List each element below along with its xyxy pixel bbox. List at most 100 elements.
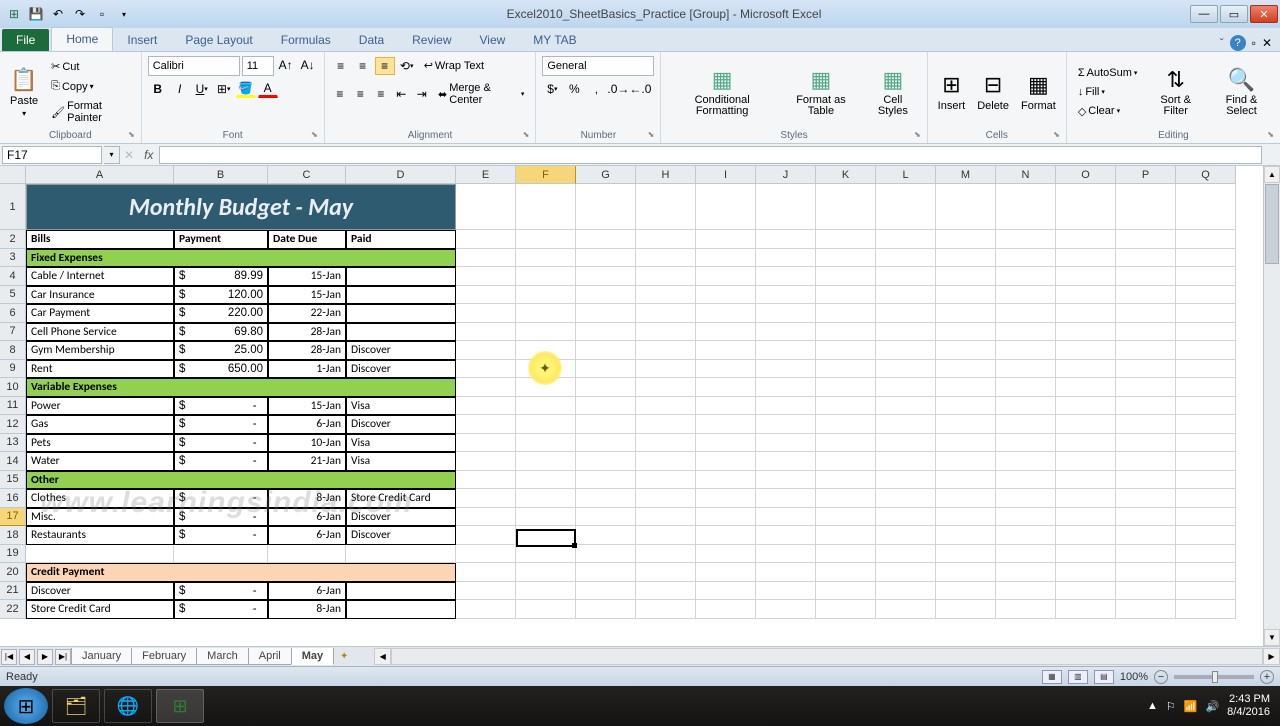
cell[interactable]: [876, 526, 936, 545]
increase-font-button[interactable]: A↑: [276, 56, 296, 74]
cell[interactable]: [456, 267, 516, 286]
insert-cells-button[interactable]: ⊞Insert: [934, 70, 970, 114]
cell[interactable]: $ -: [174, 397, 268, 416]
cell[interactable]: [636, 397, 696, 416]
cell[interactable]: [876, 471, 936, 490]
cell[interactable]: [756, 600, 816, 619]
cell[interactable]: Variable Expenses: [26, 378, 456, 397]
cell[interactable]: [1116, 452, 1176, 471]
row-header[interactable]: 17: [0, 508, 26, 527]
column-header-L[interactable]: L: [876, 166, 936, 184]
cell[interactable]: [816, 267, 876, 286]
cell[interactable]: [456, 545, 516, 564]
column-header-I[interactable]: I: [696, 166, 756, 184]
cell[interactable]: [1116, 304, 1176, 323]
cell[interactable]: [1116, 563, 1176, 582]
cell[interactable]: [1176, 230, 1236, 249]
cell[interactable]: [1116, 230, 1176, 249]
cell[interactable]: [876, 434, 936, 453]
copy-button[interactable]: ⎘Copy▾: [46, 77, 135, 96]
cell[interactable]: [1116, 397, 1176, 416]
cell[interactable]: [876, 360, 936, 379]
cell[interactable]: [516, 184, 576, 230]
cell[interactable]: [936, 545, 996, 564]
cell[interactable]: [816, 184, 876, 230]
cell[interactable]: [1176, 545, 1236, 564]
cell[interactable]: [936, 508, 996, 527]
cell[interactable]: $89.99: [174, 267, 268, 286]
cell[interactable]: 10-Jan: [268, 434, 346, 453]
cell[interactable]: [1116, 434, 1176, 453]
cell[interactable]: [636, 267, 696, 286]
tab-page-layout[interactable]: Page Layout: [171, 29, 266, 51]
cell[interactable]: [876, 600, 936, 619]
cell[interactable]: [756, 249, 816, 268]
cell[interactable]: [876, 508, 936, 527]
column-header-H[interactable]: H: [636, 166, 696, 184]
cell[interactable]: [936, 304, 996, 323]
cell[interactable]: [936, 397, 996, 416]
cell[interactable]: [756, 378, 816, 397]
cell[interactable]: [756, 415, 816, 434]
cell[interactable]: [346, 600, 456, 619]
cell[interactable]: [1056, 600, 1116, 619]
tray-network-icon[interactable]: 📶: [1184, 700, 1198, 713]
cell[interactable]: [636, 582, 696, 601]
cell[interactable]: [876, 378, 936, 397]
cell[interactable]: [996, 378, 1056, 397]
new-sheet-button[interactable]: ✦: [334, 651, 354, 662]
cell[interactable]: [816, 508, 876, 527]
cell[interactable]: [576, 267, 636, 286]
cell[interactable]: [1176, 323, 1236, 342]
cell[interactable]: 1-Jan: [268, 360, 346, 379]
cell[interactable]: [996, 508, 1056, 527]
cell[interactable]: [936, 563, 996, 582]
cell[interactable]: [696, 378, 756, 397]
row-header[interactable]: 12: [0, 415, 26, 434]
cell[interactable]: [1056, 471, 1116, 490]
cell[interactable]: [1116, 471, 1176, 490]
row-header[interactable]: 2: [0, 230, 26, 249]
normal-view-button[interactable]: ▦: [1042, 670, 1062, 684]
tray-clock[interactable]: 2:43 PM 8/4/2016: [1227, 693, 1270, 719]
cell[interactable]: [1056, 360, 1116, 379]
cell[interactable]: [636, 563, 696, 582]
cell[interactable]: [816, 545, 876, 564]
font-color-button[interactable]: A: [258, 80, 278, 98]
cell[interactable]: [636, 378, 696, 397]
cell[interactable]: [996, 452, 1056, 471]
row-header[interactable]: 3: [0, 249, 26, 268]
cell[interactable]: [996, 582, 1056, 601]
cell[interactable]: [816, 582, 876, 601]
cell[interactable]: [516, 249, 576, 268]
cell[interactable]: $ -: [174, 600, 268, 619]
center-align-button[interactable]: ≡: [351, 85, 369, 103]
cell[interactable]: [876, 184, 936, 230]
cell[interactable]: [696, 184, 756, 230]
clear-button[interactable]: ◇Clear▾: [1073, 102, 1143, 121]
help-icon[interactable]: ?: [1230, 35, 1246, 51]
cell[interactable]: [1176, 508, 1236, 527]
row-header[interactable]: 15: [0, 471, 26, 490]
cell[interactable]: [816, 397, 876, 416]
row-header[interactable]: 8: [0, 341, 26, 360]
cell[interactable]: [516, 545, 576, 564]
cell[interactable]: [1116, 360, 1176, 379]
cell[interactable]: [876, 267, 936, 286]
conditional-formatting-button[interactable]: ▦Conditional Formatting: [667, 65, 777, 119]
qat-customize-icon[interactable]: ▾: [116, 6, 132, 22]
cell[interactable]: [936, 582, 996, 601]
cell[interactable]: [936, 489, 996, 508]
spreadsheet-grid[interactable]: ABCDEFGHIJKLMNOPQ 1Monthly Budget - May2…: [0, 166, 1280, 646]
vertical-scrollbar[interactable]: ▲ ▼: [1263, 166, 1280, 646]
sheet-tab-february[interactable]: February: [131, 648, 197, 665]
cell[interactable]: [576, 471, 636, 490]
cell[interactable]: [1056, 563, 1116, 582]
cell[interactable]: [996, 286, 1056, 305]
cell[interactable]: [996, 341, 1056, 360]
cell[interactable]: [1116, 508, 1176, 527]
cell[interactable]: [876, 230, 936, 249]
row-header[interactable]: 21: [0, 582, 26, 601]
name-box[interactable]: F17: [2, 146, 102, 164]
column-header-Q[interactable]: Q: [1176, 166, 1236, 184]
